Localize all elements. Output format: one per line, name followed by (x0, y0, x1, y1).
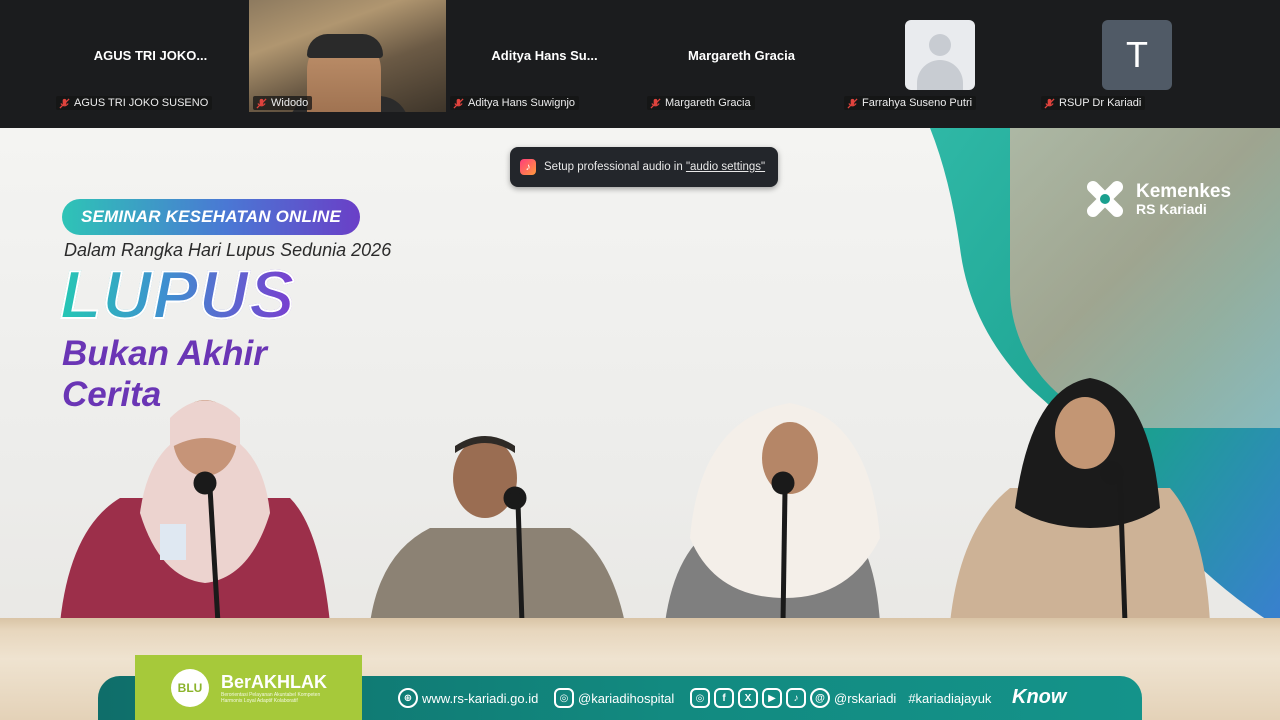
speaker-4 (950, 378, 1210, 623)
berakhlak-desc: Berorientasi Pelayanan Akuntabel Kompete… (221, 691, 321, 704)
participant-label: RSUP Dr Kariadi (1059, 97, 1142, 109)
speaker-2 (370, 436, 625, 623)
footer-social-icons: ◎ f X ▶ ♪ @ @rskariadi #kariadiajayuk (690, 688, 991, 708)
instagram-icon: ◎ (554, 688, 574, 708)
participant-name-tag: Margareth Gracia (647, 96, 755, 110)
website-text: www.rs-kariadi.go.id (422, 690, 539, 706)
participant-tile-name: AGUS TRI JOKO... (93, 48, 208, 63)
slide-headline: LUPUS (59, 256, 296, 334)
audio-settings-link[interactable]: "audio settings" (686, 161, 765, 173)
facebook-icon: f (714, 688, 734, 708)
mic-muted-icon (256, 97, 267, 109)
footer-instagram: ◎ @kariadihospital (554, 688, 674, 708)
blu-badge: BLU (171, 668, 209, 707)
participant-tile[interactable]: Farrahya Suseno Putri (840, 0, 1037, 112)
mic-muted-icon (453, 97, 464, 109)
participant-video-tile[interactable]: Widodo (249, 0, 446, 112)
tagline-line-1: Bukan Akhir (62, 334, 267, 373)
threads-icon: @ (810, 688, 830, 708)
youtube-icon: ▶ (762, 688, 782, 708)
participant-name-tag: Widodo (253, 96, 313, 110)
participant-strip: AGUS TRI JOKO... AGUS TRI JOKO SUSENO Wi… (0, 0, 1280, 128)
participant-label: Farrahya Suseno Putri (862, 97, 973, 109)
seminar-pill: SEMINAR KESEHATAN ONLINE (62, 199, 360, 235)
participant-name-tag: Farrahya Suseno Putri (844, 96, 977, 110)
participant-label: Margareth Gracia (665, 97, 751, 109)
kemenkes-logo: Kemenkes RS Kariadi (1080, 174, 1231, 224)
mic-muted-icon (1044, 97, 1055, 109)
berakhlak-panel: BLU BerAKHLAK Berorientasi Pelayanan Aku… (135, 655, 362, 720)
toast-text: Setup professional audio in "audio setti… (544, 161, 766, 173)
mic-muted-icon (847, 97, 858, 109)
know-logo: Know (1012, 686, 1067, 708)
meeting-window: AGUS TRI JOKO... AGUS TRI JOKO SUSENO Wi… (0, 0, 1280, 720)
speaker-1 (60, 400, 330, 623)
participant-name-tag: Aditya Hans Suwignjo (450, 96, 580, 110)
participant-tile[interactable]: AGUS TRI JOKO... AGUS TRI JOKO SUSENO (52, 0, 249, 112)
globe-icon: ⊕ (398, 688, 418, 708)
instagram-text: @kariadihospital (578, 690, 675, 706)
berakhlak-title: BerAKHLAK (221, 671, 328, 692)
participant-name-tag: RSUP Dr Kariadi (1041, 96, 1146, 110)
x-icon: X (738, 688, 758, 708)
participant-tile[interactable]: Aditya Hans Su... Aditya Hans Suwignjo (446, 0, 643, 112)
footer-website: ⊕ www.rs-kariadi.go.id (398, 688, 538, 708)
speakers-panel (60, 378, 1210, 624)
video-person-cap (307, 34, 383, 58)
audio-settings-toast[interactable]: ♪ Setup professional audio in "audio set… (510, 147, 778, 187)
music-note-icon: ♪ (520, 159, 536, 175)
participant-tile[interactable]: RSUP Dr Kariadi (1037, 0, 1234, 112)
participant-tile-name: Aditya Hans Su... (491, 48, 598, 63)
logo-brand: Kemenkes (1136, 180, 1232, 202)
speaker-3 (665, 403, 880, 623)
participant-tile-name: Margareth Gracia (688, 48, 795, 63)
hashtag-text: #kariadiajayuk (908, 690, 992, 706)
logo-sub: RS Kariadi (1136, 200, 1207, 217)
mic-muted-icon (59, 97, 70, 109)
mic-muted-icon (650, 97, 661, 109)
participant-label: Aditya Hans Suwignjo (468, 97, 576, 109)
social-handle-text: @rskariadi (834, 690, 897, 706)
tiktok-icon: ♪ (786, 688, 806, 708)
kemenkes-emblem-icon (1086, 180, 1124, 218)
participant-label: AGUS TRI JOKO SUSENO (74, 97, 209, 109)
participant-label: Widodo (271, 97, 309, 109)
participant-tile[interactable]: Margareth Gracia Margareth Gracia (643, 0, 840, 112)
participant-name-tag: AGUS TRI JOKO SUSENO (56, 96, 213, 110)
instagram-icon: ◎ (690, 688, 710, 708)
